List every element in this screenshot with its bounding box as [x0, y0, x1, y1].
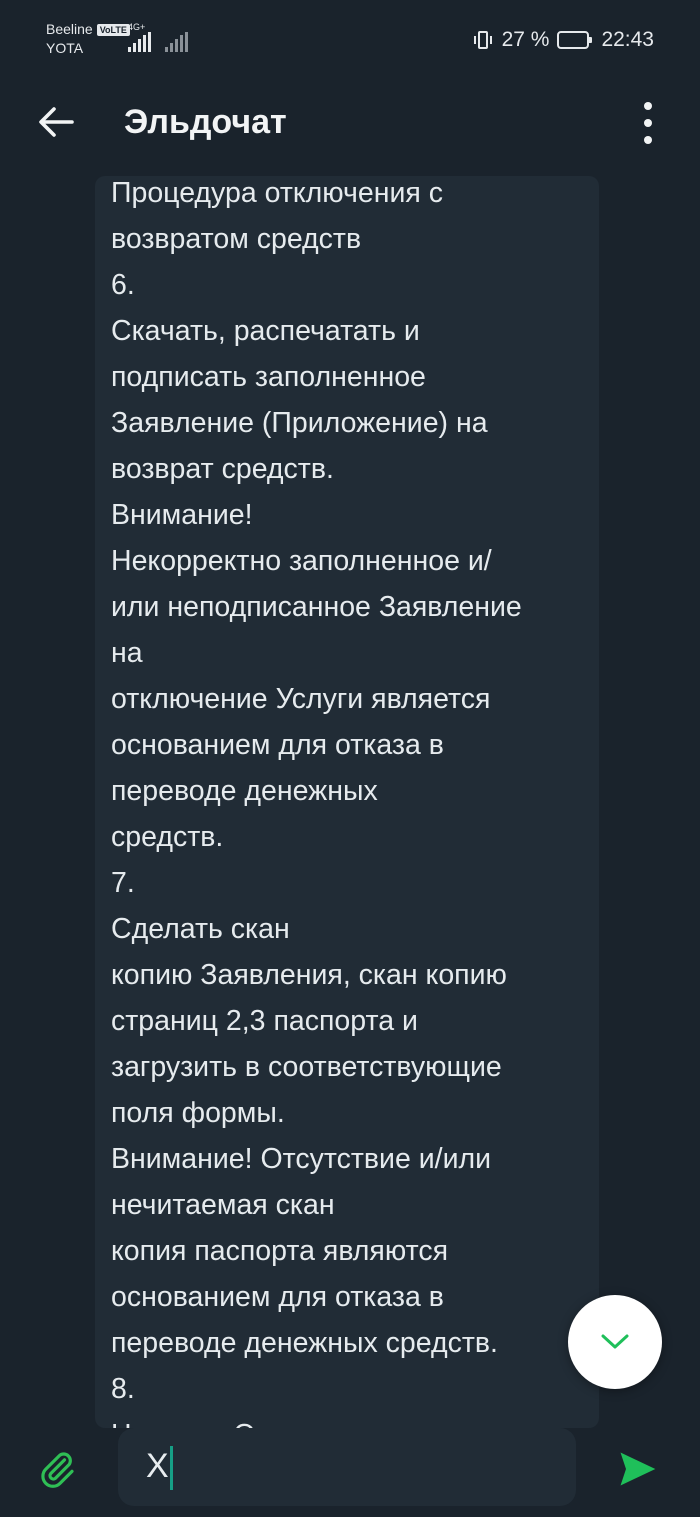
message-line: Сделать скан	[111, 913, 290, 945]
carrier-name-1: Beeline	[46, 21, 93, 37]
chevron-down-icon	[601, 1334, 629, 1349]
message-input-field[interactable]	[118, 1428, 576, 1506]
message-line: отключение Услуги является	[111, 683, 491, 715]
app-bar: Эльдочат	[0, 80, 700, 170]
message-line: Процедура отключения с	[111, 177, 443, 209]
message-line: загрузить в соответствующие	[111, 1051, 502, 1083]
message-line: Внимание!	[111, 499, 253, 531]
signal-strength-icon	[128, 32, 151, 52]
more-vert-icon	[644, 102, 652, 110]
carrier-name-2: YOTA	[46, 40, 84, 56]
battery-percent: 27 %	[501, 28, 550, 51]
chat-title: Эльдочат	[124, 103, 287, 141]
network-type: 4G+	[128, 22, 146, 32]
text-cursor	[170, 1446, 173, 1490]
send-button[interactable]	[612, 1444, 662, 1494]
more-options-button[interactable]	[636, 102, 660, 144]
message-line: или неподписанное Заявление	[111, 591, 522, 623]
arrow-left-icon	[39, 107, 74, 137]
message-line: основанием для отказа в	[111, 1281, 444, 1313]
message-input[interactable]	[146, 1444, 546, 1488]
carrier-info: Beeline VoLTE YOTA	[46, 20, 130, 58]
message-text: Процедура отключения с возвратом средств 6…	[111, 170, 591, 1428]
message-line: переводе денежных	[111, 775, 378, 807]
message-line: 8.	[111, 1373, 135, 1405]
vibrate-icon	[473, 31, 492, 49]
message-line: страниц 2,3 паспорта и	[111, 1005, 418, 1037]
message-line: 6.	[111, 269, 135, 301]
message-line: возвратом средств	[111, 223, 362, 255]
message-line: подписать заполненное	[111, 361, 426, 393]
chat-area[interactable]: Процедура отключения с возвратом средств 6…	[0, 170, 700, 1428]
composer	[0, 1428, 700, 1517]
message-line: поля формы.	[111, 1097, 285, 1129]
message-line: копия паспорта являются	[111, 1235, 449, 1267]
message-line: переводе денежных средств.	[111, 1327, 498, 1359]
message-line: на	[111, 637, 143, 669]
status-bar: Beeline VoLTE YOTA 4G+ 27 % 22:43	[0, 0, 700, 80]
message-line: Нажать «Отправить»	[111, 1412, 591, 1428]
attach-button[interactable]	[34, 1446, 80, 1492]
volte-badge: VoLTE	[96, 23, 130, 36]
send-icon	[620, 1452, 656, 1486]
signal-strength-2-icon	[165, 32, 188, 52]
message-line: нечитаемая скан	[111, 1189, 335, 1221]
message-line: средств.	[111, 821, 224, 853]
back-button[interactable]	[34, 100, 78, 144]
message-line: Некорректно заполненное и/	[111, 545, 492, 577]
battery-icon	[557, 31, 593, 49]
clock: 22:43	[601, 28, 654, 51]
message-line: возврат средств.	[111, 453, 334, 485]
status-right: 27 % 22:43	[473, 28, 654, 52]
message-line: Скачать, распечатать и	[111, 315, 420, 347]
message-line: 7.	[111, 867, 135, 899]
message-line: Заявление (Приложение) на	[111, 407, 488, 439]
scroll-to-bottom-button[interactable]	[568, 1295, 662, 1389]
signal-indicators: 4G+	[128, 22, 188, 52]
message-line: Внимание! Отсутствие и/или	[111, 1143, 492, 1175]
paperclip-icon	[41, 1452, 74, 1488]
message-line: копию Заявления, скан копию	[111, 959, 507, 991]
message-line: основанием для отказа в	[111, 729, 444, 761]
